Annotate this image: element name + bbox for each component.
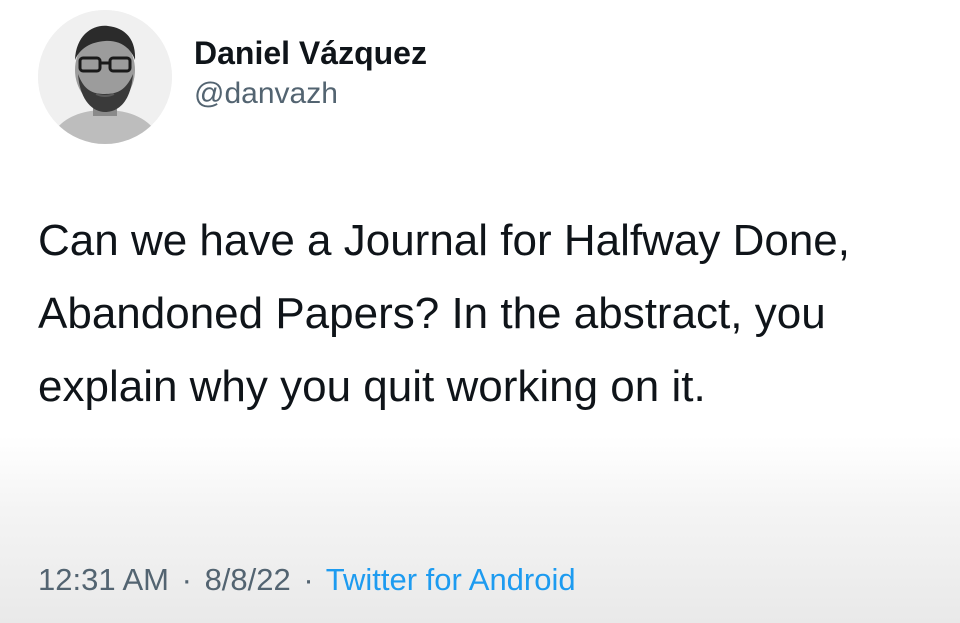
tweet-meta: 12:31 AM · 8/8/22 · Twitter for Android	[38, 560, 576, 600]
tweet-card: Daniel Vázquez @danvazh Can we have a Jo…	[0, 0, 960, 623]
meta-separator: ·	[303, 562, 314, 597]
tweet-text: Can we have a Journal for Halfway Done, …	[38, 216, 850, 411]
meta-separator: ·	[181, 562, 192, 597]
author-handle[interactable]: @danvazh	[194, 76, 427, 112]
author-display-name[interactable]: Daniel Vázquez	[194, 34, 427, 72]
tweet-time[interactable]: 12:31 AM	[38, 562, 169, 597]
author-block: Daniel Vázquez @danvazh	[194, 34, 427, 112]
avatar-portrait-icon	[38, 10, 172, 144]
tweet-date[interactable]: 8/8/22	[205, 562, 291, 597]
tweet-source-link[interactable]: Twitter for Android	[326, 562, 576, 597]
avatar[interactable]	[38, 10, 172, 144]
